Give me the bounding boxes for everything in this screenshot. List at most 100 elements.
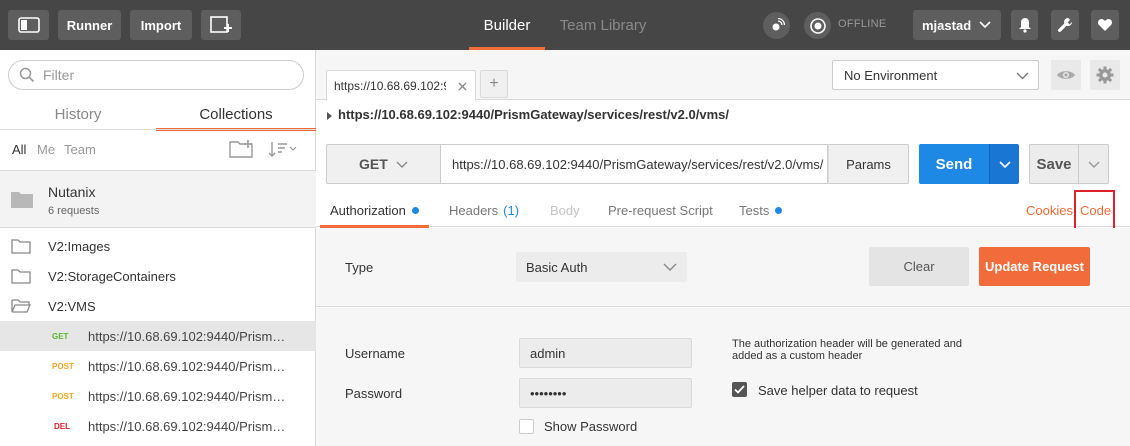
request-title[interactable]: https://10.68.69.102:9440/PrismGateway/s… — [338, 107, 729, 122]
tab-body[interactable]: Body — [550, 193, 580, 227]
close-icon[interactable] — [458, 82, 467, 91]
folder-icon — [11, 269, 31, 284]
environment-value: No Environment — [844, 67, 938, 83]
sync-icon — [809, 17, 826, 34]
send-button[interactable]: Send — [919, 144, 989, 184]
folder-label: V2:Images — [48, 238, 111, 254]
user-menu-button[interactable]: mjastad — [913, 10, 1001, 40]
url-input[interactable]: https://10.68.69.102:9440/PrismGateway/s… — [441, 144, 828, 184]
folder-v2-storagecontainers[interactable]: V2:StorageContainers — [0, 261, 316, 291]
method-badge: POST — [52, 391, 74, 401]
folder-label: V2:VMS — [48, 298, 96, 314]
send-options-button[interactable] — [989, 144, 1019, 184]
caret-right-icon[interactable] — [327, 112, 333, 120]
method-value: GET — [359, 156, 388, 172]
folder-icon — [11, 239, 31, 254]
update-request-button[interactable]: Update Request — [979, 247, 1090, 286]
heart-icon — [1097, 18, 1113, 31]
sync-status-button[interactable] — [804, 12, 831, 39]
password-field[interactable]: •••••••• — [519, 378, 692, 408]
tab-pre-request-script[interactable]: Pre-request Script — [608, 193, 713, 227]
toggle-sidebar-button[interactable] — [8, 10, 49, 40]
search-icon — [19, 67, 35, 83]
chevron-down-icon — [998, 160, 1011, 168]
new-window-icon — [210, 16, 232, 33]
environment-quick-look-button[interactable] — [1051, 60, 1081, 90]
username-field[interactable]: admin — [519, 338, 692, 368]
chevron-down-icon — [979, 21, 991, 29]
auth-type-value: Basic Auth — [526, 259, 588, 275]
chevron-down-icon — [396, 161, 408, 168]
request-tab-label: https://10.68.69.102:9 — [334, 79, 446, 93]
new-collection-icon[interactable] — [229, 139, 255, 159]
wrench-icon — [1058, 18, 1072, 32]
tab-label: Tests — [739, 202, 770, 218]
filter-box[interactable] — [8, 60, 304, 90]
folder-label: V2:StorageContainers — [48, 268, 176, 284]
filter-input[interactable] — [43, 67, 283, 83]
scope-all[interactable]: All — [12, 142, 26, 157]
tab-team-library[interactable]: Team Library — [552, 0, 654, 50]
auth-credentials-section — [316, 308, 1130, 446]
active-dot-icon — [411, 206, 419, 214]
request-url: https://10.68.69.102:9440/Prism… — [88, 328, 286, 344]
runner-button[interactable]: Runner — [58, 10, 121, 40]
sidebar: History Collections All Me Team Nutanix … — [0, 50, 316, 446]
new-tab-button[interactable] — [201, 10, 241, 40]
sidebar-toggle-icon — [17, 17, 40, 33]
sort-icon[interactable] — [268, 140, 298, 158]
collection-folder-icon — [11, 192, 33, 208]
satellite-icon — [772, 17, 785, 30]
main-panel: https://10.68.69.102:9 + No Environment … — [316, 50, 1130, 446]
request-item[interactable]: POST https://10.68.69.102:9440/Prism… — [0, 351, 316, 381]
tab-headers[interactable]: Headers (1) — [449, 193, 519, 227]
save-button[interactable]: Save — [1029, 144, 1079, 184]
eye-icon — [1057, 71, 1075, 79]
sync-status-text: OFFLINE — [838, 18, 887, 30]
tab-label: Headers — [449, 202, 499, 218]
type-label: Type — [345, 260, 374, 275]
tab-builder[interactable]: Builder — [469, 0, 545, 50]
folder-v2-images[interactable]: V2:Images — [0, 231, 316, 261]
scope-me[interactable]: Me — [37, 142, 55, 157]
tab-tests[interactable]: Tests — [739, 193, 783, 227]
auth-type-select[interactable]: Basic Auth — [516, 252, 687, 282]
tab-history[interactable]: History — [0, 98, 156, 130]
method-badge: POST — [52, 361, 74, 371]
manage-environments-button[interactable] — [1090, 60, 1120, 90]
tab-authorization[interactable]: Authorization — [320, 193, 429, 228]
gear-icon — [1096, 66, 1114, 84]
interceptor-button[interactable] — [763, 12, 790, 39]
bell-icon — [1018, 18, 1031, 33]
show-password-label[interactable]: Show Password — [544, 419, 637, 434]
import-button[interactable]: Import — [130, 10, 192, 40]
save-helper-checkbox[interactable] — [732, 382, 747, 397]
checkmark-icon — [734, 385, 745, 394]
show-password-checkbox[interactable] — [519, 419, 534, 434]
collection-nutanix[interactable]: Nutanix 6 requests — [0, 170, 316, 228]
save-options-button[interactable] — [1079, 144, 1109, 184]
save-helper-label[interactable]: Save helper data to request — [758, 383, 918, 398]
request-item[interactable]: DEL https://10.68.69.102:9440/Prism… — [0, 411, 316, 441]
tab-divider — [0, 129, 316, 130]
folder-open-icon — [11, 299, 31, 313]
tab-collections[interactable]: Collections — [156, 98, 316, 131]
favorites-button[interactable] — [1091, 10, 1119, 40]
scope-team[interactable]: Team — [64, 142, 96, 157]
folder-v2-vms[interactable]: V2:VMS — [0, 291, 316, 321]
notifications-button[interactable] — [1011, 10, 1038, 40]
request-item[interactable]: GET https://10.68.69.102:9440/Prism… — [0, 321, 316, 351]
environment-select[interactable]: No Environment — [832, 60, 1039, 90]
request-url: https://10.68.69.102:9440/Prism… — [88, 358, 286, 374]
cookies-link[interactable]: Cookies — [1026, 193, 1073, 227]
settings-button[interactable] — [1051, 10, 1079, 40]
params-button[interactable]: Params — [828, 144, 909, 184]
username-label: Username — [345, 346, 405, 361]
request-item[interactable]: POST https://10.68.69.102:9440/Prism… — [0, 381, 316, 411]
request-url: https://10.68.69.102:9440/Prism… — [88, 418, 286, 434]
add-tab-button[interactable]: + — [480, 70, 508, 98]
method-badge: DEL — [54, 421, 70, 431]
clear-button[interactable]: Clear — [869, 247, 969, 286]
request-tab[interactable]: https://10.68.69.102:9 — [326, 70, 476, 101]
method-select[interactable]: GET — [326, 144, 441, 184]
